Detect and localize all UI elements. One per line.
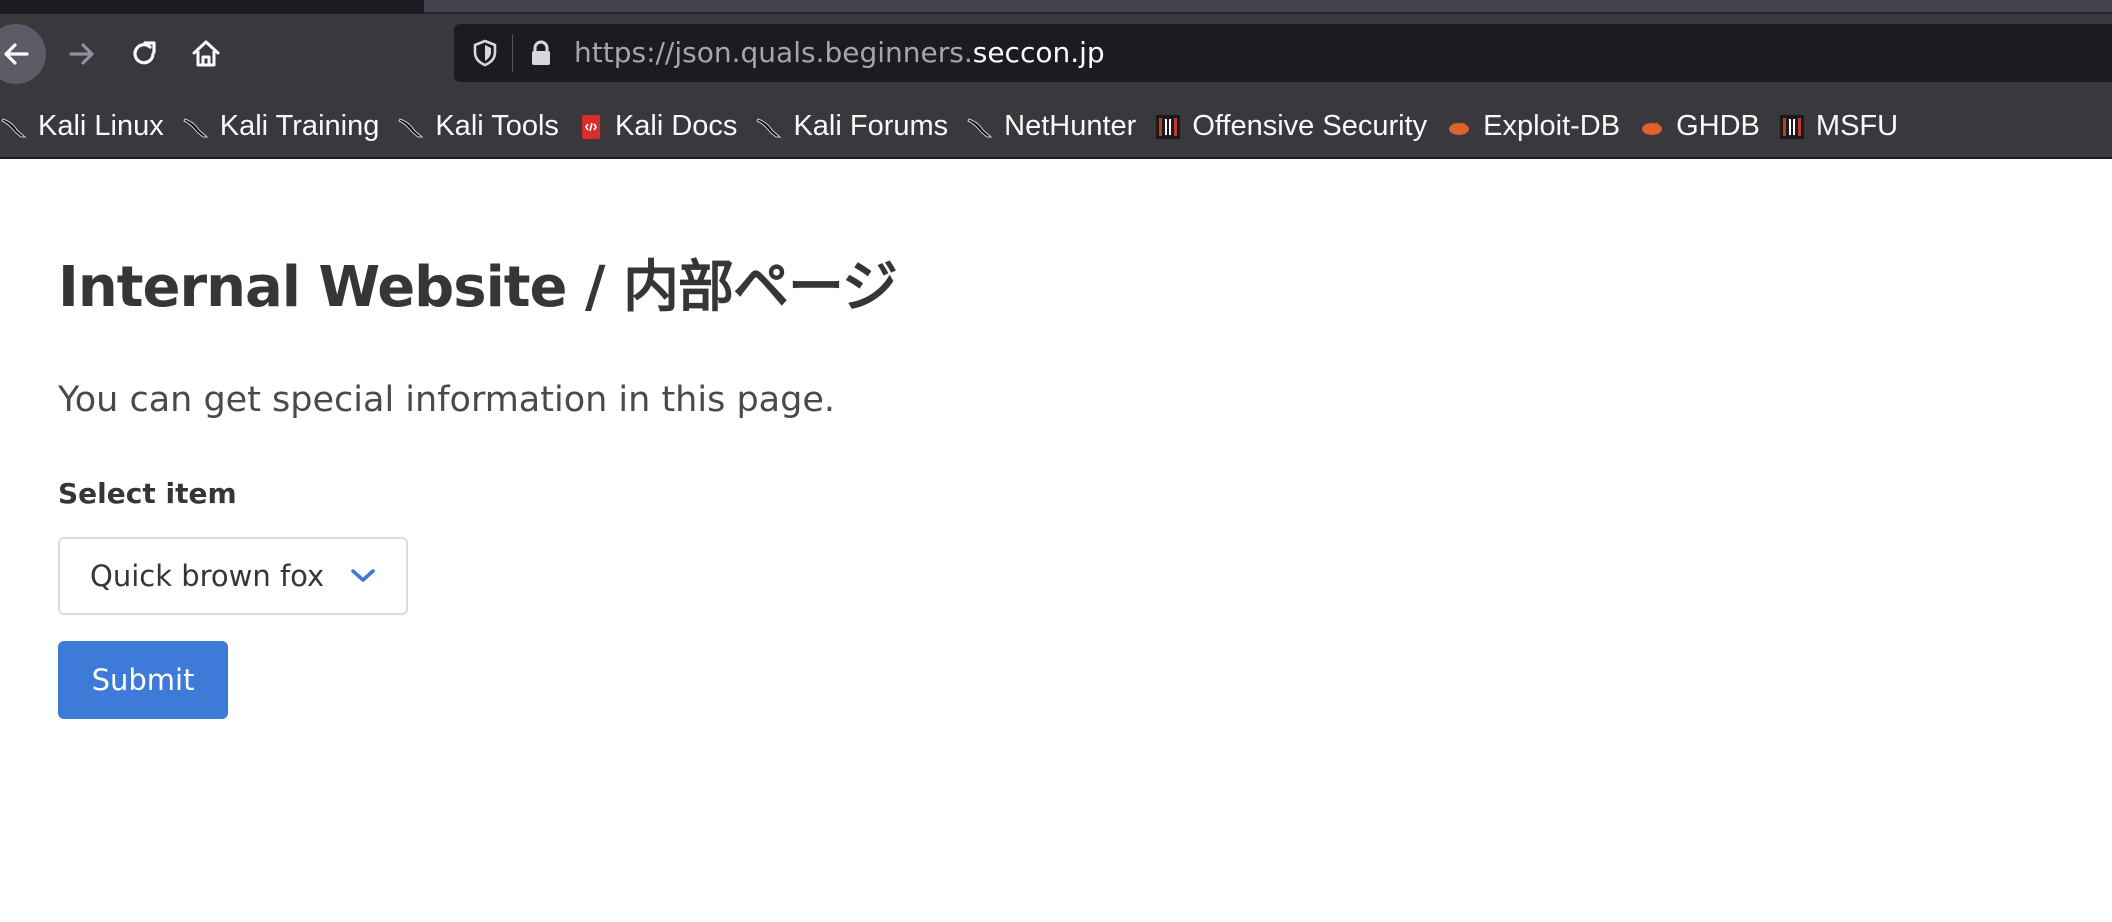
url-prefix: https://json.quals.beginners. [574, 36, 973, 69]
bookmark-kali-forums[interactable]: Kali Forums [749, 105, 960, 149]
page-title: Internal Website / 内部ページ [58, 255, 898, 320]
tab-strip [0, 0, 2112, 14]
lock-icon[interactable] [526, 38, 556, 68]
bookmark-label: MSFU [1815, 110, 1899, 142]
kali-dragon-icon [1, 117, 27, 137]
kali-dragon-icon [967, 117, 993, 137]
kali-dragon-icon [183, 117, 209, 137]
offsec-icon [1779, 114, 1804, 139]
select-item-label: Select item [58, 477, 237, 510]
home-icon [192, 40, 220, 67]
bookmark-offensive-security[interactable]: Offensive Security [1148, 105, 1439, 149]
bookmark-label: Kali Docs [614, 110, 738, 142]
page-content: Internal Website / 内部ページ You can get spe… [0, 159, 2112, 922]
bookmark-kali-tools[interactable]: Kali Tools [391, 105, 571, 149]
home-button[interactable] [176, 24, 236, 84]
kali-dragon-icon [398, 117, 424, 137]
bookmark-label: Exploit-DB [1483, 110, 1621, 142]
bookmarks-toolbar: Kali Linux Kali Training Kali Tools Kali… [0, 96, 2112, 159]
reload-button[interactable] [114, 24, 174, 84]
bookmark-kali-training[interactable]: Kali Training [176, 105, 392, 149]
submit-button[interactable]: Submit [58, 641, 228, 719]
bookmark-exploit-db[interactable]: Exploit-DB [1439, 105, 1632, 149]
kali-docs-icon [581, 114, 600, 139]
bookmark-nethunter[interactable]: NetHunter [960, 105, 1148, 149]
navigation-toolbar: https://json.quals.beginners.seccon.jp •… [0, 14, 2112, 96]
kali-dragon-icon [756, 117, 782, 137]
tracking-protection-shield-icon[interactable] [470, 38, 500, 68]
exploitdb-icon [1642, 121, 1663, 135]
bookmark-label: NetHunter [1004, 110, 1137, 142]
address-bar[interactable]: https://json.quals.beginners.seccon.jp •… [454, 24, 2112, 82]
arrow-right-icon [69, 43, 94, 65]
offsec-icon [1156, 114, 1181, 139]
page-subtitle: You can get special information in this … [58, 380, 835, 420]
bookmark-label: Kali Forums [793, 110, 949, 142]
bookmark-label: GHDB [1676, 110, 1760, 142]
tab-current[interactable] [424, 0, 2112, 14]
url-text[interactable]: https://json.quals.beginners.seccon.jp [574, 36, 1105, 70]
bookmark-label: Kali Training [219, 110, 380, 142]
exploitdb-icon [1449, 121, 1470, 135]
bookmark-kali-linux[interactable]: Kali Linux [0, 105, 176, 149]
back-button[interactable] [0, 24, 46, 84]
browser-chrome: https://json.quals.beginners.seccon.jp •… [0, 0, 2112, 159]
url-host: seccon.jp [972, 36, 1105, 69]
bookmark-kali-docs[interactable]: Kali Docs [571, 105, 750, 149]
url-divider [512, 34, 513, 72]
bookmark-msfu[interactable]: MSFU [1772, 105, 1910, 149]
forward-button[interactable] [52, 24, 112, 84]
bookmark-label: Kali Linux [38, 110, 164, 142]
bookmark-label: Offensive Security [1192, 110, 1428, 142]
chevron-down-icon [351, 569, 375, 582]
arrow-left-icon [4, 43, 29, 65]
item-select[interactable]: Quick brown fox [58, 537, 408, 615]
bookmark-label: Kali Tools [435, 110, 559, 142]
item-select-value: Quick brown fox [90, 559, 325, 593]
bookmark-ghdb[interactable]: GHDB [1632, 105, 1772, 149]
reload-icon [133, 41, 156, 65]
